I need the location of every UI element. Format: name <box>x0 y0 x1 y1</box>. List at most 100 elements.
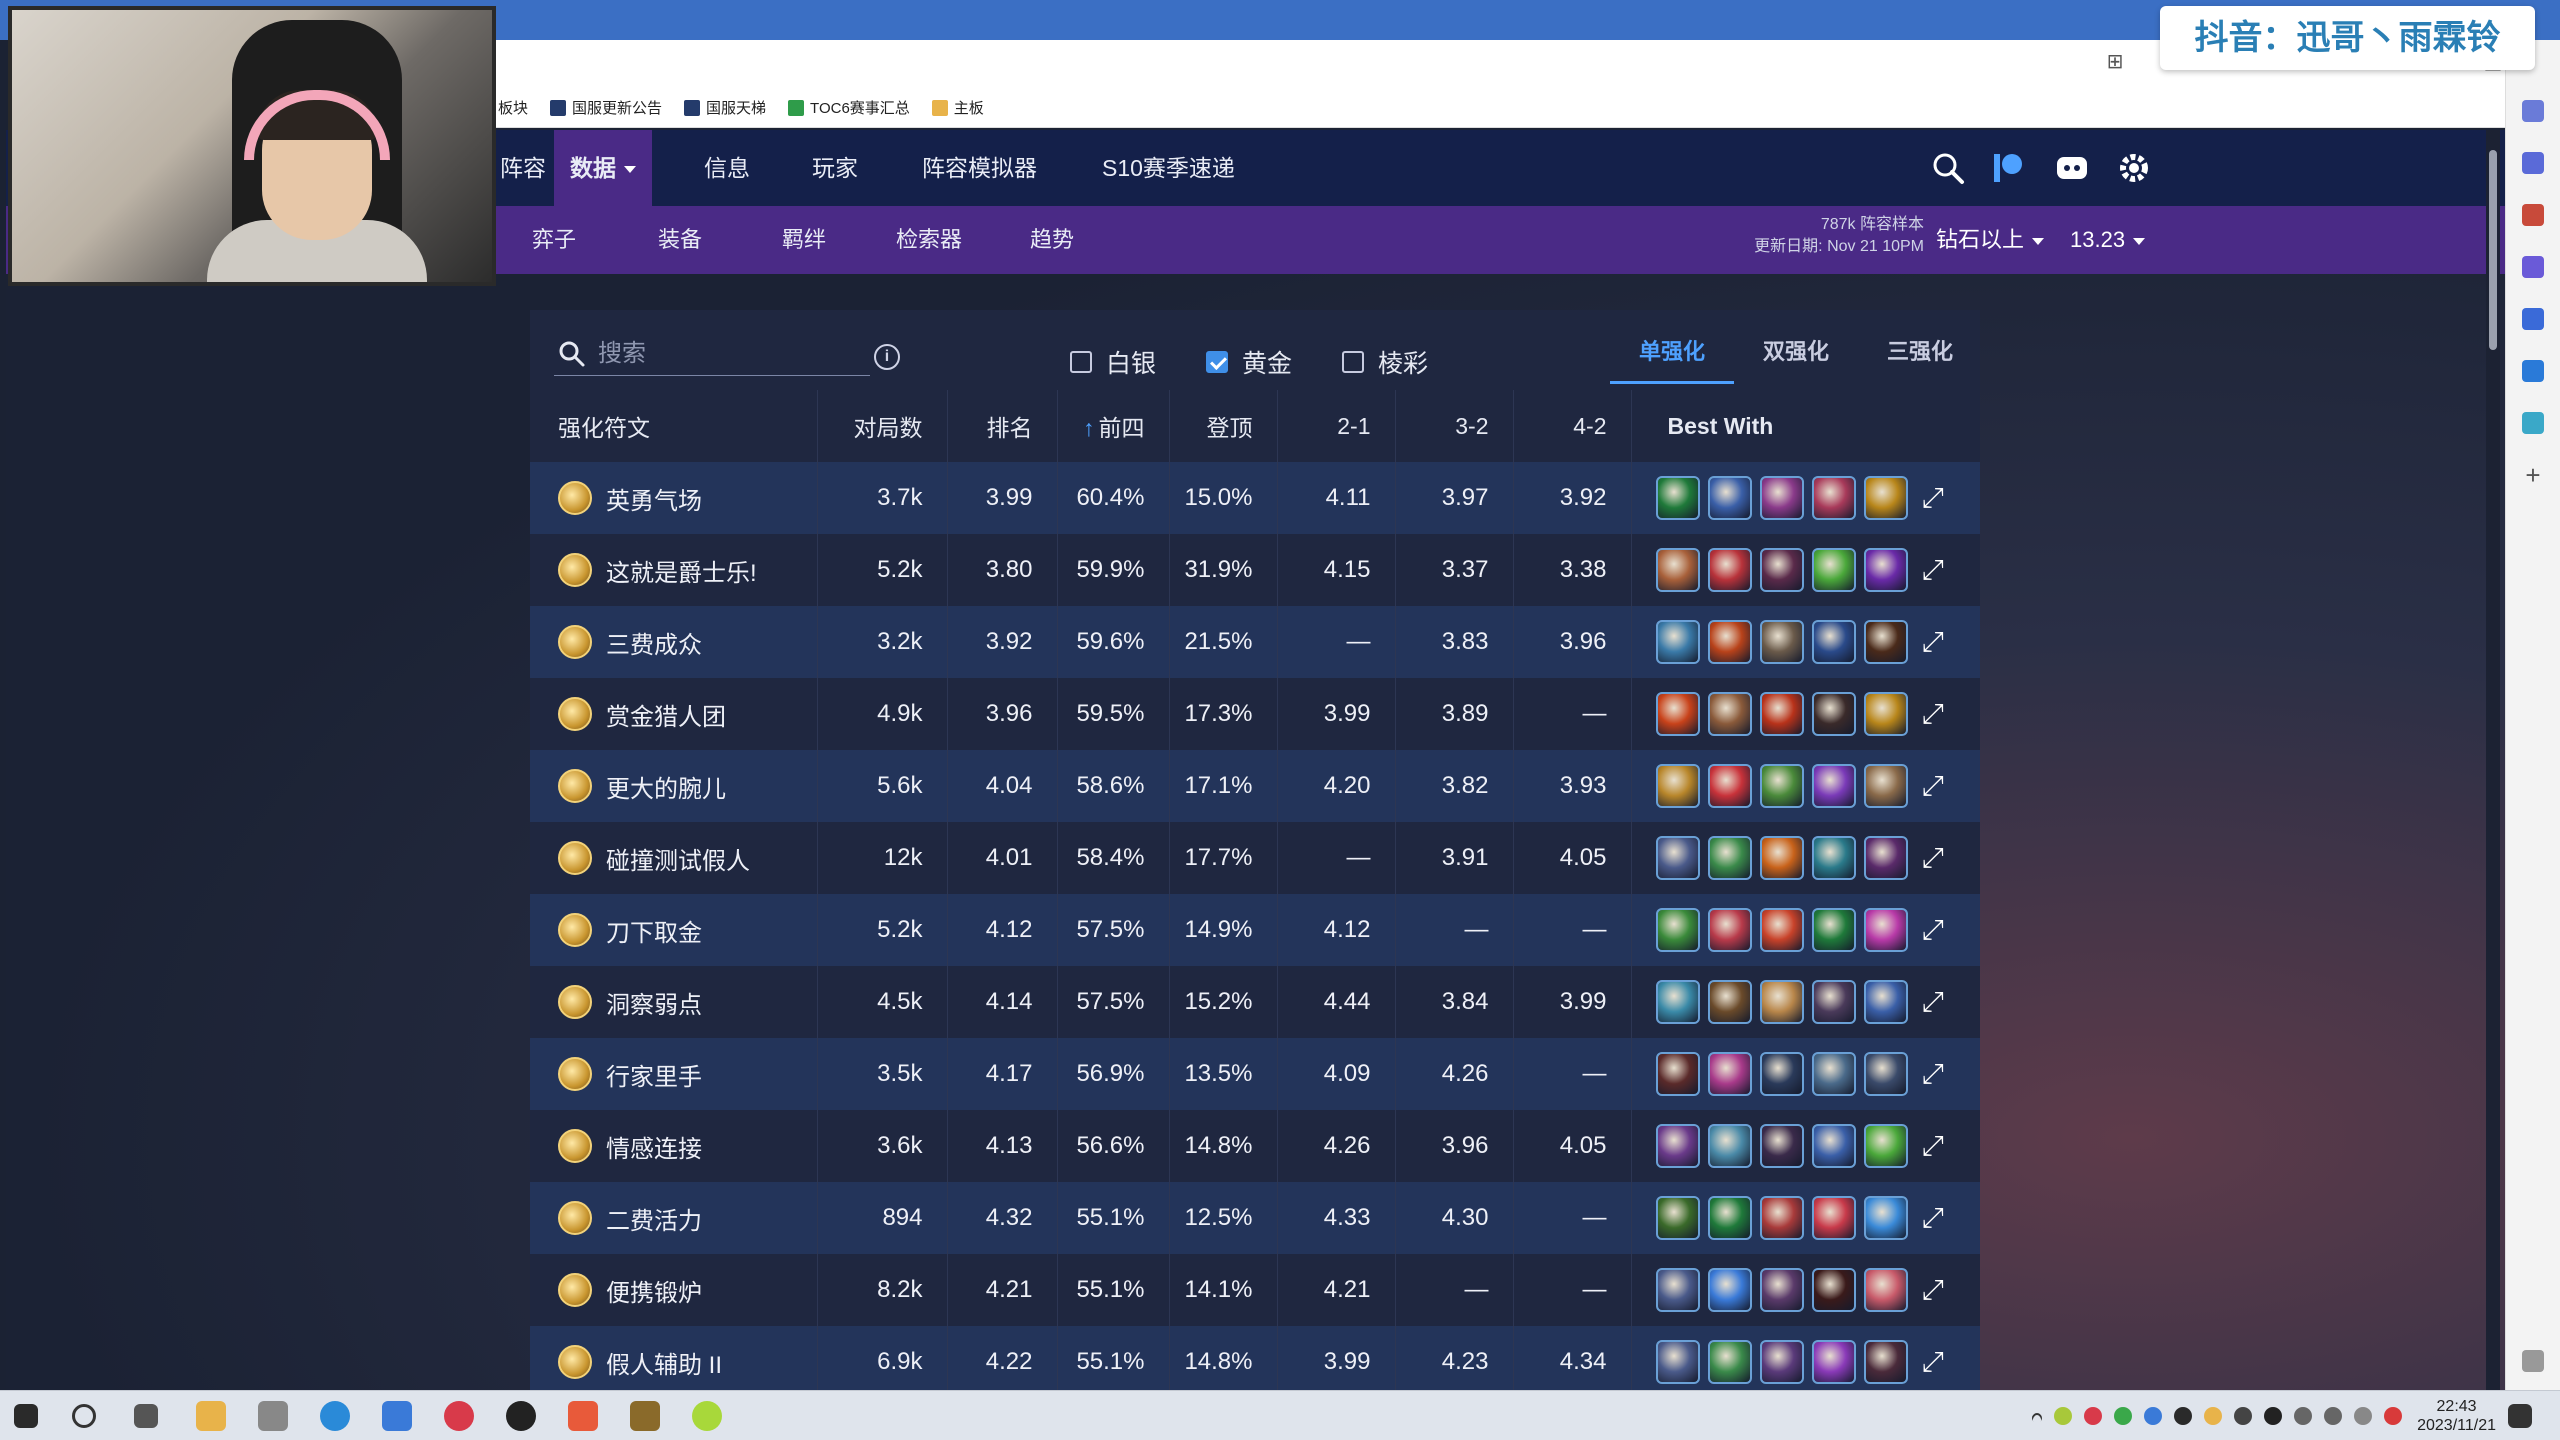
col-games[interactable]: 对局数 <box>817 390 948 462</box>
nav-players[interactable]: 玩家 <box>796 130 874 206</box>
app-grid-icon[interactable]: ⊞ <box>2103 50 2127 74</box>
tab-single-augment[interactable]: 单强化 <box>1610 324 1734 384</box>
champion-portrait-icon[interactable] <box>1759 1052 1804 1096</box>
col-stage-2-1[interactable]: 2-1 <box>1277 390 1396 462</box>
app-icon-gold[interactable] <box>630 1401 660 1431</box>
netease-music-icon[interactable] <box>444 1401 474 1431</box>
table-row[interactable]: 情感连接 3.6k 4.13 56.6% 14.8% 4.26 3.96 4.05 ⤢ <box>530 1110 1980 1182</box>
col-stage-3-2[interactable]: 3-2 <box>1395 390 1514 462</box>
champion-portrait-icon[interactable] <box>1707 908 1752 952</box>
champion-portrait-icon[interactable] <box>1655 764 1700 808</box>
subnav-units[interactable]: 弈子 <box>532 206 576 274</box>
col-top4[interactable]: ↑ 前四 <box>1057 390 1170 462</box>
champion-portrait-icon[interactable] <box>1707 1340 1752 1384</box>
champion-portrait-icon[interactable] <box>1759 836 1804 880</box>
edge-browser-icon[interactable] <box>320 1401 350 1431</box>
page-scrollbar[interactable] <box>2486 130 2500 1390</box>
tray-app-icon[interactable] <box>2054 1407 2072 1425</box>
tray-network-icon[interactable] <box>2294 1407 2312 1425</box>
app-icon-green[interactable] <box>692 1401 722 1431</box>
tray-app-icon[interactable] <box>2234 1407 2252 1425</box>
champion-portrait-icon[interactable] <box>1655 1124 1700 1168</box>
augment-search[interactable] <box>554 332 870 376</box>
tray-volume-icon[interactable] <box>2324 1407 2342 1425</box>
champion-portrait-icon[interactable] <box>1759 692 1804 736</box>
table-row[interactable]: 假人辅助 II 6.9k 4.22 55.1% 14.8% 3.99 4.23 4.34 ⤢ <box>530 1326 1980 1390</box>
bookmark-item[interactable]: 主板 <box>931 97 984 118</box>
champion-portrait-icon[interactable] <box>1811 476 1856 520</box>
augment-cell[interactable]: 二费活力 <box>530 1182 818 1254</box>
champion-portrait-icon[interactable] <box>1863 692 1908 736</box>
expand-icon[interactable]: ⤢ <box>1922 484 1948 512</box>
expand-icon[interactable]: ⤢ <box>1922 1204 1948 1232</box>
checkbox-prismatic[interactable]: 棱彩 <box>1342 344 1428 380</box>
champion-portrait-icon[interactable] <box>1863 476 1908 520</box>
augment-cell[interactable]: 赏金猎人团 <box>530 678 818 750</box>
expand-icon[interactable]: ⤢ <box>1922 556 1948 584</box>
champion-portrait-icon[interactable] <box>1811 1124 1856 1168</box>
table-row[interactable]: 洞察弱点 4.5k 4.14 57.5% 15.2% 4.44 3.84 3.99 ⤢ <box>530 966 1980 1038</box>
sidebar-send-icon[interactable] <box>2522 412 2544 434</box>
champion-portrait-icon[interactable] <box>1759 980 1804 1024</box>
tab-double-augment[interactable]: 双强化 <box>1734 324 1858 384</box>
bookmark-item[interactable]: TOC6赛事汇总 <box>788 97 910 118</box>
expand-icon[interactable]: ⤢ <box>1922 1348 1948 1376</box>
col-augment[interactable]: 强化符文 <box>530 390 818 462</box>
bookmark-item[interactable]: 国服天梯 <box>684 97 766 118</box>
augment-cell[interactable]: 碰撞测试假人 <box>530 822 818 894</box>
checkbox-gold[interactable]: 黄金 <box>1206 344 1292 380</box>
champion-portrait-icon[interactable] <box>1759 476 1804 520</box>
champion-portrait-icon[interactable] <box>1655 692 1700 736</box>
champion-portrait-icon[interactable] <box>1811 1340 1856 1384</box>
champion-portrait-icon[interactable] <box>1707 836 1752 880</box>
augment-cell[interactable]: 更大的腕儿 <box>530 750 818 822</box>
augment-cell[interactable]: 行家里手 <box>530 1038 818 1110</box>
champion-portrait-icon[interactable] <box>1759 908 1804 952</box>
champion-portrait-icon[interactable] <box>1863 1052 1908 1096</box>
champion-portrait-icon[interactable] <box>1759 1268 1804 1312</box>
champion-portrait-icon[interactable] <box>1759 620 1804 664</box>
champion-portrait-icon[interactable] <box>1759 1340 1804 1384</box>
champion-portrait-icon[interactable] <box>1707 476 1752 520</box>
expand-icon[interactable]: ⤢ <box>1922 628 1948 656</box>
champion-portrait-icon[interactable] <box>1863 1196 1908 1240</box>
champion-portrait-icon[interactable] <box>1707 764 1752 808</box>
champion-portrait-icon[interactable] <box>1707 548 1752 592</box>
settings-gear-icon[interactable] <box>2116 150 2152 186</box>
augment-cell[interactable]: 这就是爵士乐! <box>530 534 818 606</box>
champion-portrait-icon[interactable] <box>1759 548 1804 592</box>
augment-cell[interactable]: 假人辅助 II <box>530 1326 818 1390</box>
app-icon-grey[interactable] <box>258 1401 288 1431</box>
checkbox-silver-box[interactable] <box>1070 351 1092 373</box>
augment-cell[interactable]: 便携锻炉 <box>530 1254 818 1326</box>
champion-portrait-icon[interactable] <box>1811 1268 1856 1312</box>
champion-portrait-icon[interactable] <box>1759 764 1804 808</box>
champion-portrait-icon[interactable] <box>1863 1268 1908 1312</box>
champion-portrait-icon[interactable] <box>1655 548 1700 592</box>
app-icon-blue[interactable] <box>382 1401 412 1431</box>
table-row[interactable]: 英勇气场 3.7k 3.99 60.4% 15.0% 4.11 3.97 3.92 ⤢ <box>530 462 1980 534</box>
subnav-items[interactable]: 装备 <box>658 206 702 274</box>
expand-icon[interactable]: ⤢ <box>1922 1060 1948 1088</box>
champion-portrait-icon[interactable] <box>1655 620 1700 664</box>
expand-icon[interactable]: ⤢ <box>1922 988 1948 1016</box>
champion-portrait-icon[interactable] <box>1863 1340 1908 1384</box>
expand-icon[interactable]: ⤢ <box>1922 772 1948 800</box>
champion-portrait-icon[interactable] <box>1707 620 1752 664</box>
sidebar-games-icon[interactable] <box>2522 256 2544 278</box>
sidebar-collections-icon[interactable] <box>2522 152 2544 174</box>
champion-portrait-icon[interactable] <box>1759 1196 1804 1240</box>
augment-cell[interactable]: 情感连接 <box>530 1110 818 1182</box>
champion-portrait-icon[interactable] <box>1707 1052 1752 1096</box>
expand-icon[interactable]: ⤢ <box>1922 1132 1948 1160</box>
subnav-explorer[interactable]: 检索器 <box>896 206 962 274</box>
checkbox-gold-box[interactable] <box>1206 351 1228 373</box>
search-input[interactable] <box>598 339 838 368</box>
champion-portrait-icon[interactable] <box>1863 620 1908 664</box>
tray-app-icon[interactable] <box>2144 1407 2162 1425</box>
tray-app-icon[interactable] <box>2084 1407 2102 1425</box>
table-row[interactable]: 便携锻炉 8.2k 4.21 55.1% 14.1% 4.21— — ⤢ <box>530 1254 1980 1326</box>
table-row[interactable]: 这就是爵士乐! 5.2k 3.80 59.9% 31.9% 4.15 3.37 3.38 ⤢ <box>530 534 1980 606</box>
champion-portrait-icon[interactable] <box>1811 620 1856 664</box>
champion-portrait-icon[interactable] <box>1707 1124 1752 1168</box>
